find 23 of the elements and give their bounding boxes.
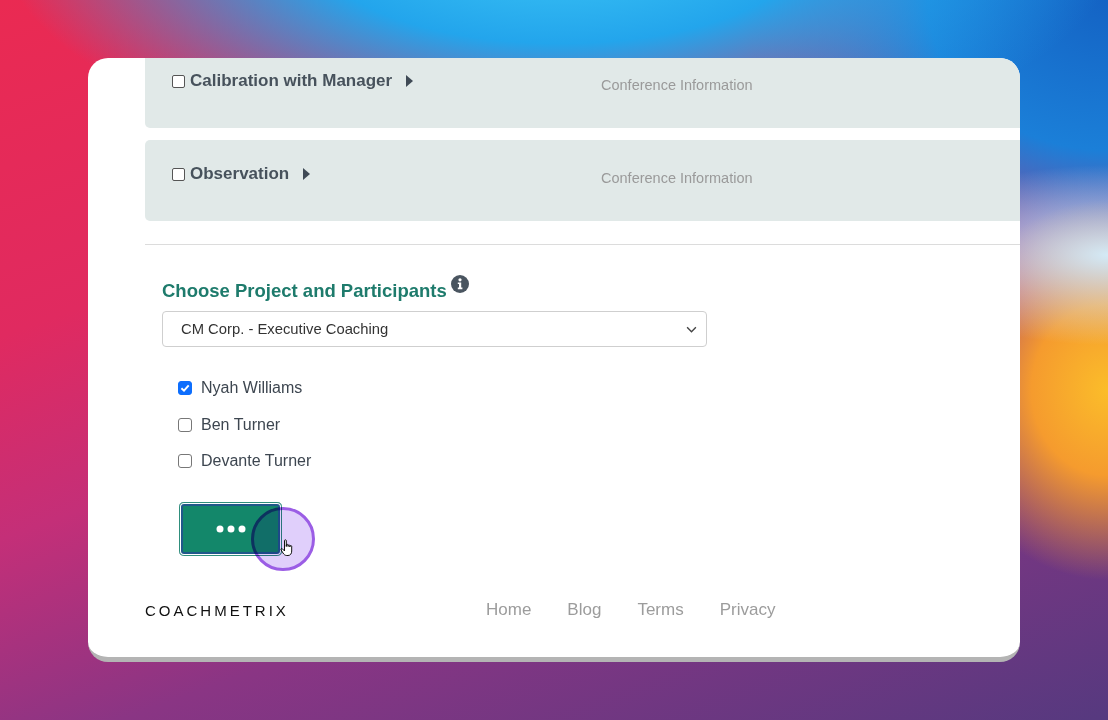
- footer-link[interactable]: Privacy: [719, 600, 776, 620]
- footer-link[interactable]: Home: [486, 600, 532, 620]
- footer-link[interactable]: Terms: [637, 600, 684, 620]
- session-title: Observation: [190, 164, 290, 184]
- session-checkbox[interactable]: [172, 74, 185, 88]
- caret-icon[interactable]: [406, 75, 414, 87]
- project-select[interactable]: CM Corp. - Executive Coaching: [162, 311, 707, 347]
- participant-name: Devante Turner: [201, 452, 312, 470]
- session-checkbox[interactable]: [172, 167, 185, 181]
- section-heading: Choose Project and Participants: [162, 279, 447, 303]
- participant-name: Ben Turner: [201, 415, 281, 434]
- chevron-down-icon: [686, 325, 697, 333]
- participant-name: Nyah Williams: [201, 379, 303, 397]
- participant-checkbox[interactable]: [178, 381, 192, 395]
- session-info-text: Conference Information: [601, 170, 753, 186]
- caret-icon[interactable]: [303, 168, 311, 180]
- info-icon[interactable]: [450, 275, 469, 293]
- brand-logo[interactable]: COACHMETRIX: [145, 601, 486, 619]
- footer-link[interactable]: Blog: [567, 600, 602, 620]
- participant-checkbox[interactable]: [178, 417, 192, 432]
- participant-checkbox[interactable]: [178, 454, 192, 468]
- session-info-text: Conference Information: [601, 77, 753, 93]
- session-title: Calibration with Manager: [190, 71, 393, 91]
